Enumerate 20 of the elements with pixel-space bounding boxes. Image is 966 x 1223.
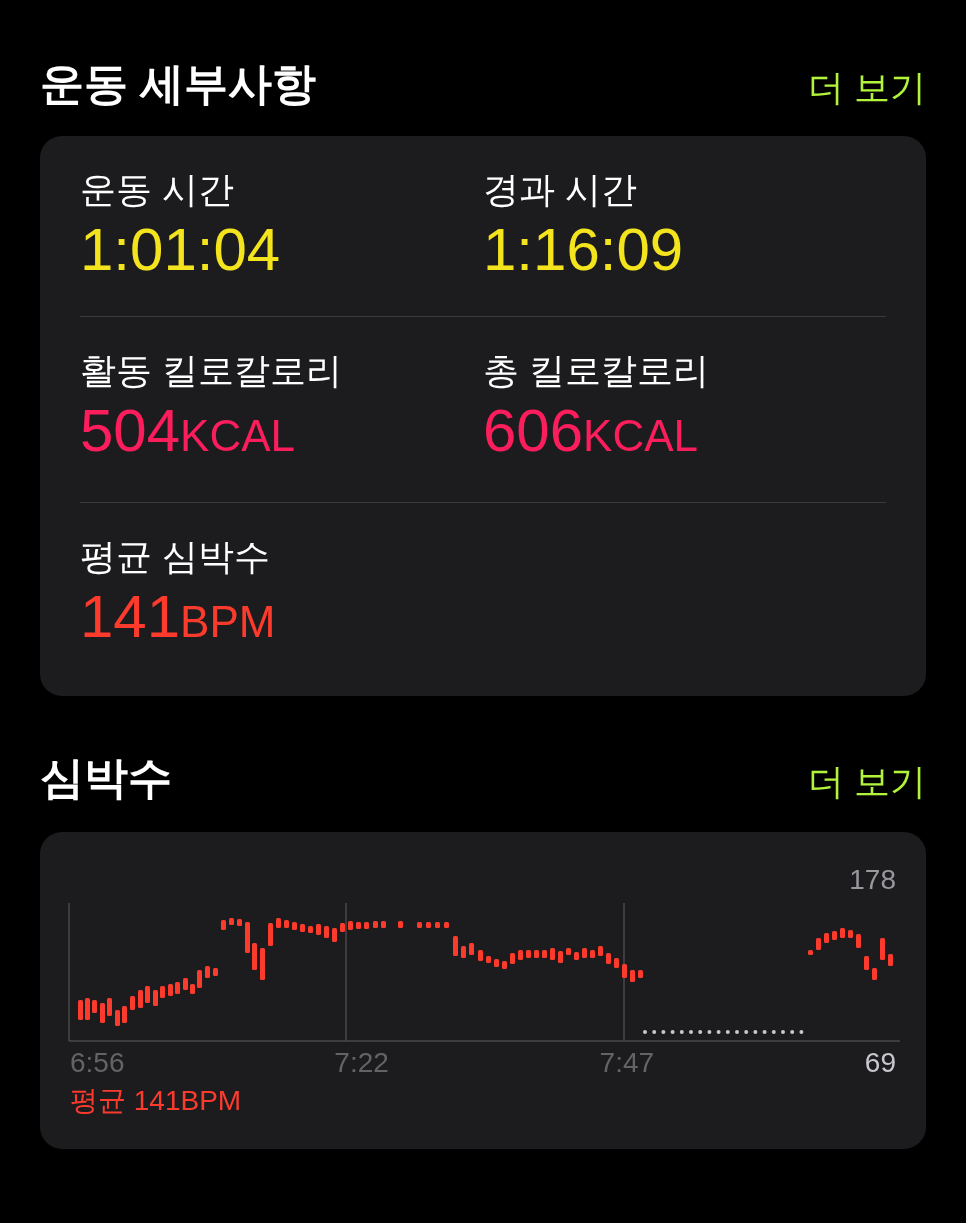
time-axis-label: 6:56	[70, 1046, 126, 1080]
section-title: 심박수	[40, 756, 172, 800]
metric-value: 504KCAL	[80, 396, 297, 466]
average-heart-rate: 평균 141BPM	[70, 1085, 242, 1116]
axis-max-label: 178	[849, 863, 896, 897]
time-axis-label: 7:47	[599, 1046, 656, 1080]
metric-value: 1:01:04	[80, 215, 282, 285]
metric-label: 운동 시간	[80, 168, 235, 212]
metric-label: 총 킬로칼로리	[483, 349, 710, 393]
metric-value: 606KCAL	[483, 396, 700, 466]
time-axis-label: 7:22	[334, 1046, 390, 1080]
metric-label: 경과 시간	[483, 168, 638, 212]
metric-value: 1:16:09	[483, 215, 685, 285]
metric-label: 활동 킬로칼로리	[80, 349, 343, 393]
metric-value: 141BPM	[80, 582, 277, 652]
metric-label: 평균 심박수	[80, 535, 271, 579]
axis-min-label: 69	[864, 1046, 896, 1080]
see-more-link[interactable]: 더 보기	[808, 70, 926, 106]
see-more-link[interactable]: 더 보기	[808, 764, 926, 800]
section-title: 운동 세부사항	[40, 62, 317, 106]
